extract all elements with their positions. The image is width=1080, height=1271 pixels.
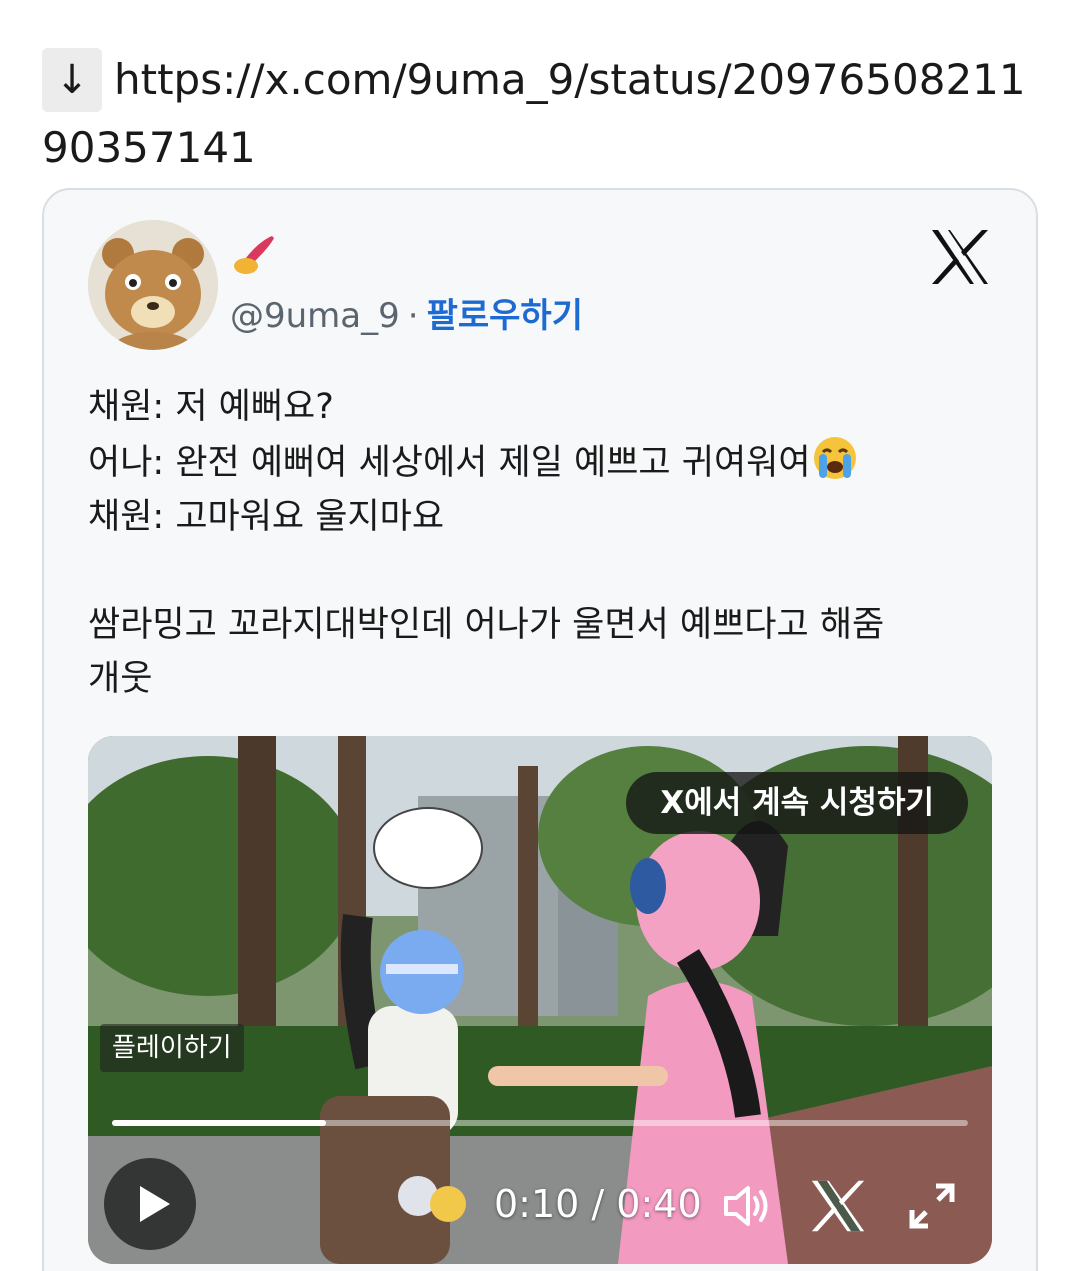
volume-icon[interactable] [718,1178,774,1234]
download-arrow-icon: ↓ [42,48,102,112]
video-player[interactable]: X에서 계속 시청하기 플레이하기 0:10 / 0:40 [88,736,992,1264]
tweet-line-1: 채원: 저 예뻐요? [88,387,334,427]
crying-face-icon [811,434,859,482]
play-icon [140,1186,170,1222]
author-row: @9uma_9 · 팔로우하기 [230,292,583,340]
progress-bar[interactable] [112,1120,968,1126]
follow-button[interactable]: 팔로우하기 [427,296,583,336]
tweet-paragraph-line-2: 개웃 [88,659,153,699]
avatar[interactable] [88,220,218,350]
fullscreen-icon[interactable] [904,1178,960,1234]
shared-link[interactable]: ↓ https://x.com/9uma_9/status/20976508211… [42,46,1032,182]
x-logo-icon[interactable] [930,228,990,286]
tweet-paragraph-line-1: 쌈라밍고 꼬라지대박인데 어나가 울면서 예쁘다고 해줌 [88,605,885,645]
author-handle[interactable]: @9uma_9 [230,296,400,336]
play-tooltip: 플레이하기 [100,1024,244,1072]
profile-badge-icon [232,232,278,278]
tweet-line-2-container: 어나: 완전 예뻐여 세상에서 제일 예쁘고 귀여워여 [88,434,988,490]
progress-fill [112,1120,326,1126]
tweet-line-2: 어나: 완전 예뻐여 세상에서 제일 예쁘고 귀여워여 [88,443,811,483]
tweet-embed-card[interactable]: @9uma_9 · 팔로우하기 채원: 저 예뻐요? 어나: 완전 예뻐여 세상에서… [42,188,1038,1271]
continue-on-x-button[interactable]: X에서 계속 시청하기 [626,772,968,834]
separator-dot: · [407,296,419,336]
link-url[interactable]: https://x.com/9uma_9/status/209765082119… [42,55,1026,172]
x-logo-small-icon[interactable] [810,1178,866,1234]
tweet-line-3: 채원: 고마워요 울지마요 [88,497,445,537]
video-time: 0:10 / 0:40 [494,1182,702,1226]
play-button[interactable] [104,1158,196,1250]
tweet-body: 채원: 저 예뻐요? 어나: 완전 예뻐여 세상에서 제일 예쁘고 귀여워여 채… [88,380,988,706]
